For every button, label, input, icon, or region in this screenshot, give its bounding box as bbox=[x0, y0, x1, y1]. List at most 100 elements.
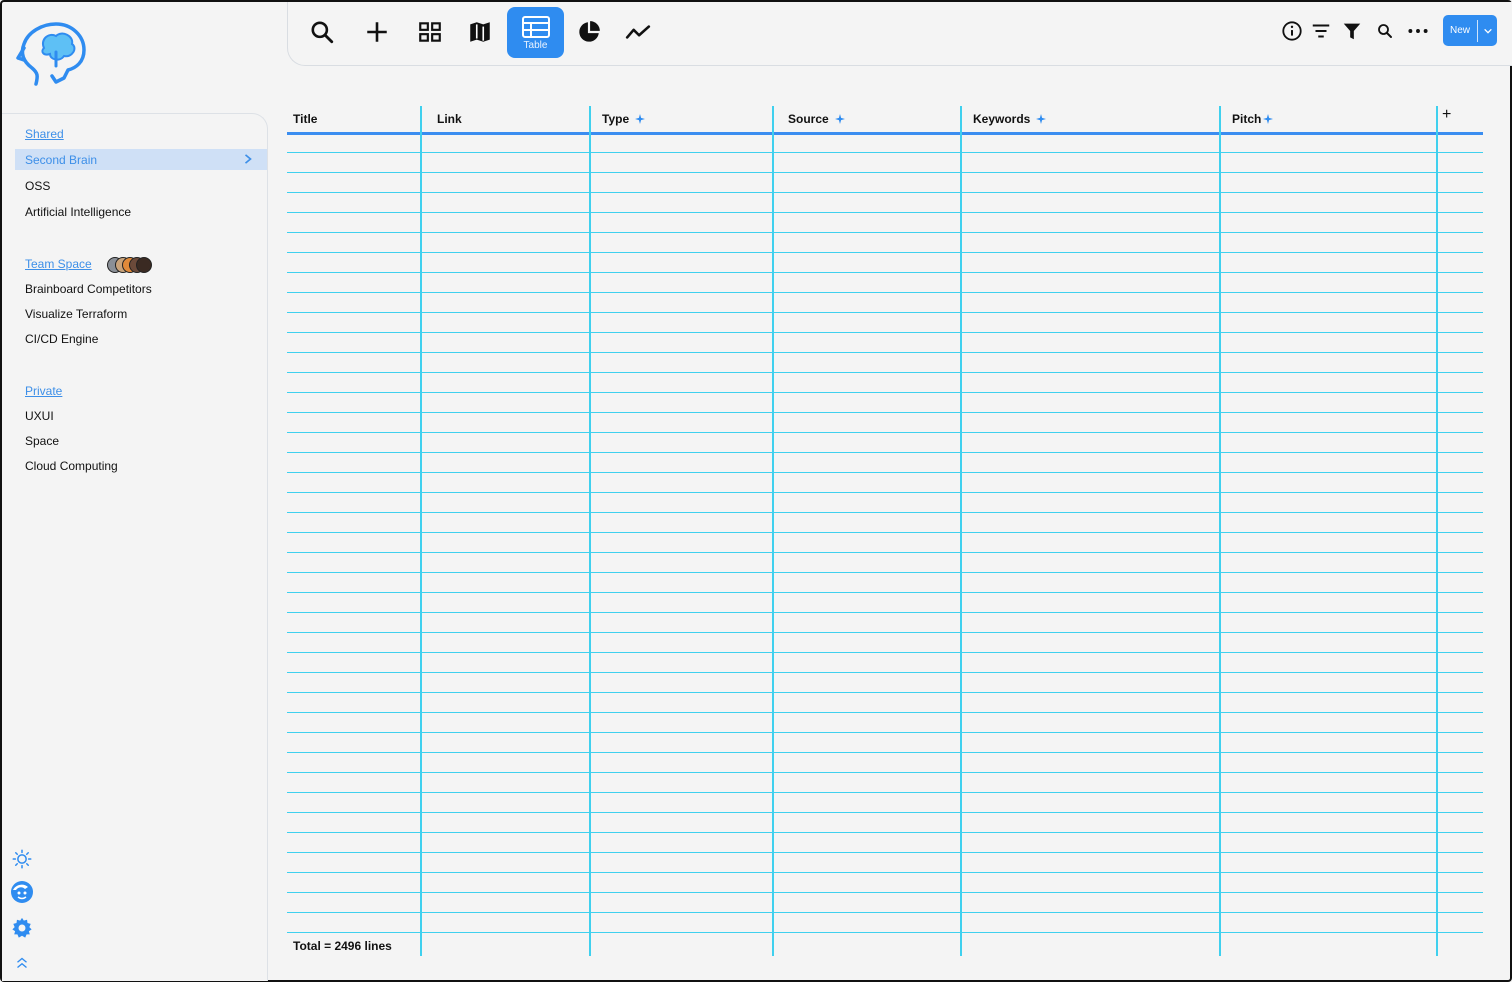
sort-icon bbox=[1312, 24, 1330, 38]
table-view-label: Table bbox=[523, 39, 548, 51]
sidebar-item-oss[interactable]: OSS bbox=[25, 179, 50, 193]
table-row[interactable] bbox=[287, 192, 1483, 193]
table-row[interactable] bbox=[287, 332, 1483, 333]
sun-icon[interactable] bbox=[10, 847, 34, 871]
column-header-title[interactable]: Title bbox=[293, 104, 317, 133]
sidebar-item-second-brain[interactable]: Second Brain bbox=[15, 149, 267, 170]
table-row[interactable] bbox=[287, 452, 1483, 453]
column-header-label: Link bbox=[437, 111, 462, 126]
table-row[interactable] bbox=[287, 412, 1483, 413]
pie-chart-button[interactable] bbox=[565, 8, 613, 56]
column-header-keywords[interactable]: Keywords bbox=[973, 104, 1047, 133]
table-row[interactable] bbox=[287, 852, 1483, 853]
column-divider[interactable] bbox=[772, 106, 774, 956]
brain-logo-icon[interactable] bbox=[16, 18, 88, 90]
table-row[interactable] bbox=[287, 552, 1483, 553]
table-row[interactable] bbox=[287, 652, 1483, 653]
new-button[interactable]: New bbox=[1443, 15, 1497, 46]
team-space-section-header[interactable]: Team Space bbox=[25, 257, 92, 271]
table-row[interactable] bbox=[287, 392, 1483, 393]
table-row[interactable] bbox=[287, 732, 1483, 733]
column-header-label: Type bbox=[602, 111, 630, 126]
map-view-button[interactable] bbox=[456, 8, 504, 56]
table-row[interactable] bbox=[287, 672, 1483, 673]
table-row[interactable] bbox=[287, 152, 1483, 153]
private-section-header[interactable]: Private bbox=[25, 384, 62, 398]
table-row[interactable] bbox=[287, 172, 1483, 173]
column-header-type[interactable]: Type bbox=[602, 104, 646, 133]
table-row[interactable] bbox=[287, 572, 1483, 573]
table-row[interactable] bbox=[287, 832, 1483, 833]
table-row[interactable] bbox=[287, 892, 1483, 893]
team-avatars[interactable] bbox=[107, 257, 152, 273]
table-row[interactable] bbox=[287, 292, 1483, 293]
column-header-link[interactable]: Link bbox=[437, 104, 462, 133]
table-row[interactable] bbox=[287, 472, 1483, 473]
grid-view-button[interactable] bbox=[406, 8, 454, 56]
new-button-label: New bbox=[1449, 25, 1470, 36]
ai-sparkle-icon bbox=[1036, 113, 1047, 124]
sort-button[interactable] bbox=[1308, 18, 1334, 44]
info-button[interactable] bbox=[1279, 18, 1305, 44]
column-divider[interactable] bbox=[1219, 106, 1221, 956]
table-row[interactable] bbox=[287, 312, 1483, 313]
sidebar-item-brainboard-competitors[interactable]: Brainboard Competitors bbox=[25, 282, 152, 296]
table-row[interactable] bbox=[287, 232, 1483, 233]
table-row[interactable] bbox=[287, 752, 1483, 753]
table-row[interactable] bbox=[287, 252, 1483, 253]
shared-section-header[interactable]: Shared bbox=[25, 127, 64, 141]
sidebar-item-visualize-terraform[interactable]: Visualize Terraform bbox=[25, 307, 127, 321]
column-divider[interactable] bbox=[420, 106, 422, 956]
gear-icon[interactable] bbox=[10, 916, 34, 940]
search-small-button[interactable] bbox=[1372, 18, 1398, 44]
table-row[interactable] bbox=[287, 932, 1483, 933]
header-underline bbox=[287, 132, 1483, 135]
avatar bbox=[136, 257, 152, 273]
column-divider[interactable] bbox=[960, 106, 962, 956]
table-row[interactable] bbox=[287, 632, 1483, 633]
table-row[interactable] bbox=[287, 592, 1483, 593]
filter-button[interactable] bbox=[1339, 18, 1365, 44]
sidebar-item-cicd-engine[interactable]: CI/CD Engine bbox=[25, 332, 98, 346]
line-chart-button[interactable] bbox=[614, 8, 662, 56]
table-row[interactable] bbox=[287, 712, 1483, 713]
sidebar-item-space[interactable]: Space bbox=[25, 434, 59, 448]
more-button[interactable] bbox=[1405, 18, 1431, 44]
table-row[interactable] bbox=[287, 612, 1483, 613]
sidebar-item-uxui[interactable]: UXUI bbox=[25, 409, 54, 423]
table-row[interactable] bbox=[287, 792, 1483, 793]
table-view-button[interactable]: Table bbox=[507, 7, 564, 58]
table-row[interactable] bbox=[287, 772, 1483, 773]
chevrons-up-icon[interactable] bbox=[10, 951, 34, 975]
add-column-button[interactable]: + bbox=[1442, 106, 1451, 124]
table-row[interactable] bbox=[287, 512, 1483, 513]
table-row[interactable] bbox=[287, 432, 1483, 433]
sidebar-item-artificial-intelligence[interactable]: Artificial Intelligence bbox=[25, 205, 131, 219]
table-row[interactable] bbox=[287, 272, 1483, 273]
chevron-down-icon[interactable] bbox=[1478, 26, 1497, 36]
table-row[interactable] bbox=[287, 352, 1483, 353]
search-button[interactable] bbox=[298, 8, 346, 56]
column-divider[interactable] bbox=[589, 106, 591, 956]
column-header-label: Pitch bbox=[1232, 111, 1262, 126]
add-button[interactable] bbox=[353, 8, 401, 56]
face-icon[interactable] bbox=[10, 880, 34, 904]
table-row[interactable] bbox=[287, 532, 1483, 533]
search-icon bbox=[311, 21, 334, 44]
ai-sparkle-icon bbox=[635, 113, 646, 124]
add-icon bbox=[367, 22, 387, 42]
column-header-source[interactable]: Source bbox=[788, 104, 845, 133]
column-header-pitch[interactable]: Pitch bbox=[1232, 104, 1274, 133]
table-row[interactable] bbox=[287, 812, 1483, 813]
column-divider[interactable] bbox=[1436, 106, 1438, 956]
table-row[interactable] bbox=[287, 872, 1483, 873]
table-row[interactable] bbox=[287, 692, 1483, 693]
info-icon bbox=[1282, 21, 1302, 41]
filter-icon bbox=[1343, 23, 1361, 40]
table-row[interactable] bbox=[287, 492, 1483, 493]
table-row[interactable] bbox=[287, 912, 1483, 913]
table-row[interactable] bbox=[287, 212, 1483, 213]
sidebar-item-cloud-computing[interactable]: Cloud Computing bbox=[25, 459, 118, 473]
table-row[interactable] bbox=[287, 372, 1483, 373]
line-chart-icon bbox=[625, 25, 651, 39]
